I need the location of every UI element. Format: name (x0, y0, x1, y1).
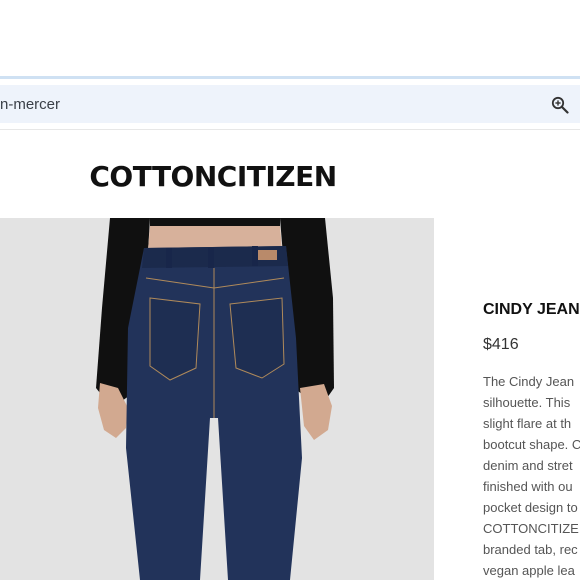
product-price: $416 (483, 336, 519, 353)
product-image[interactable] (0, 218, 434, 580)
address-bar-divider (0, 129, 580, 130)
address-bar[interactable] (0, 85, 580, 123)
description-line: COTTONCITIZE (483, 521, 579, 536)
description-line: denim and stret (483, 458, 573, 473)
description-line: bootcut shape. C (483, 437, 580, 452)
browser-tab-strip-line (0, 76, 580, 79)
browser-top-area (0, 0, 580, 76)
description-line: silhouette. This (483, 395, 571, 410)
description-line: pocket design to (483, 500, 578, 515)
product-photo-illustration (0, 218, 434, 580)
description-line: branded tab, rec (483, 542, 578, 557)
url-text[interactable]: n-mercer (0, 96, 60, 113)
brand-logo[interactable]: COTTONCITIZEN (0, 160, 426, 193)
description-line: finished with ou (483, 479, 573, 494)
product-title: CINDY JEAN (483, 301, 580, 318)
description-line: vegan apple lea (483, 563, 575, 578)
description-line: slight flare at th (483, 416, 572, 431)
description-line: The Cindy Jean (483, 374, 575, 389)
zoom-in-icon[interactable] (551, 96, 569, 114)
